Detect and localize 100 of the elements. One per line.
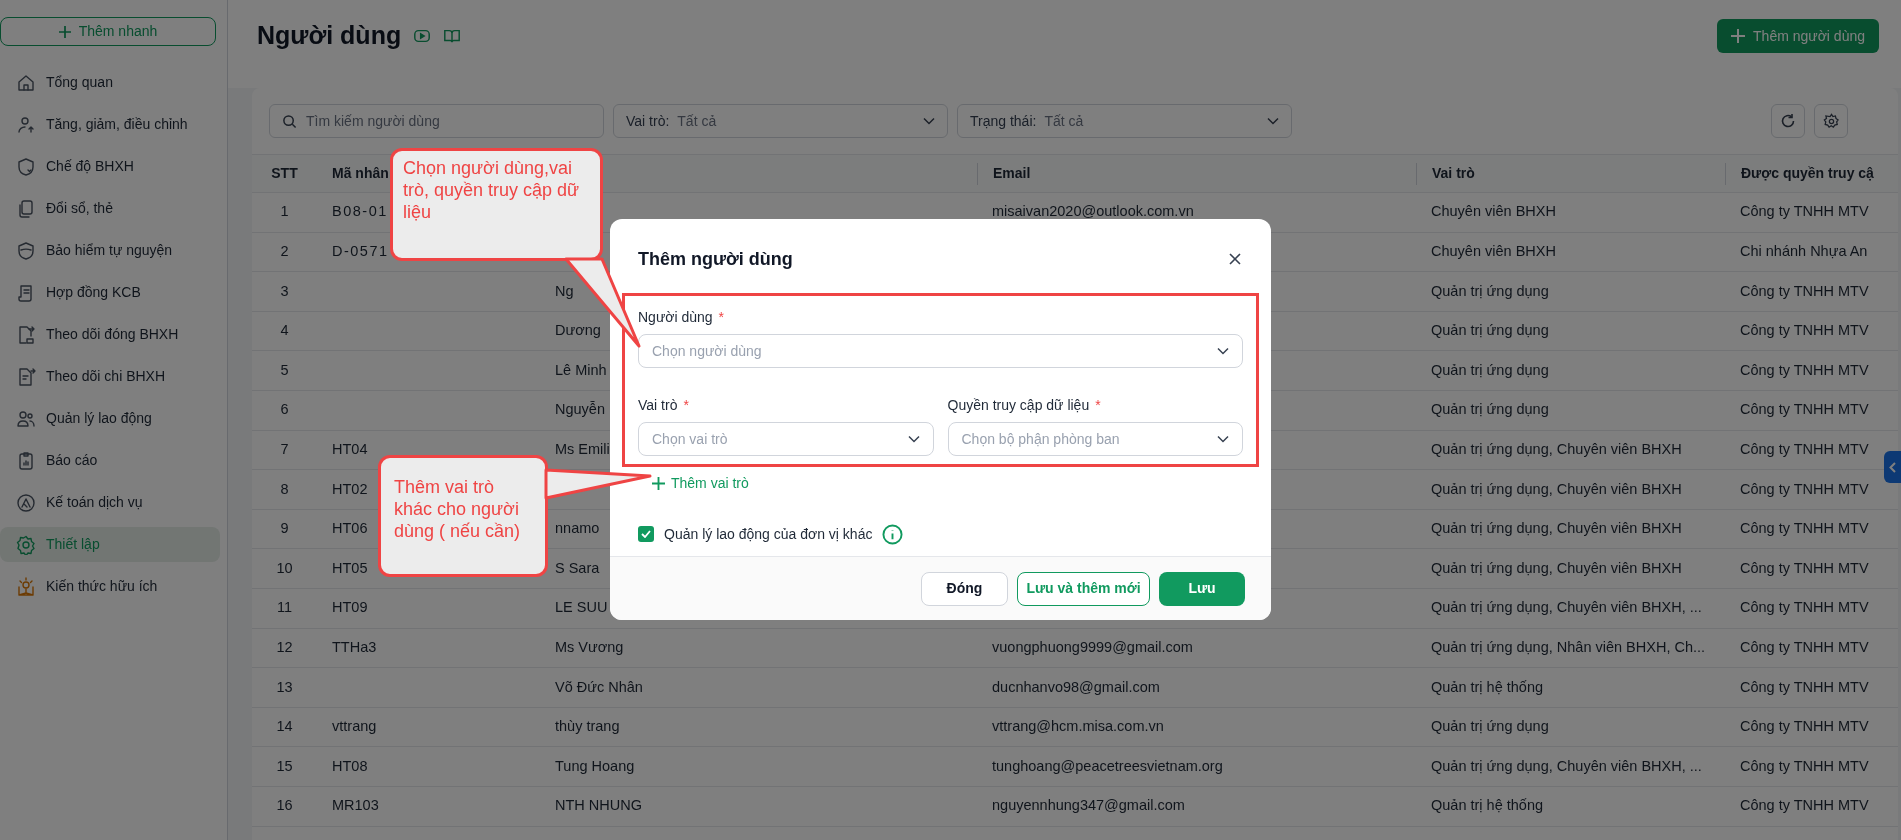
- table-cell: 15: [276, 757, 293, 774]
- callout: Chọn người dùng,vai trò, quyền truy cập dữ liệu: [390, 148, 603, 261]
- table-cell: tunghoang@peacetreesvietnam.org: [992, 757, 1223, 774]
- user-select[interactable]: Chọn người dùng: [638, 334, 1243, 368]
- check-icon: [641, 530, 651, 538]
- table-cell: NTH NHUNG: [555, 797, 642, 814]
- table-cell: Chuyên viên BHXH: [1431, 203, 1556, 220]
- filter-label: Vai trò:: [626, 111, 670, 131]
- table-cell: Võ Đức Nhân: [555, 678, 643, 695]
- quick-add-button[interactable]: Thêm nhanh: [0, 17, 216, 46]
- menu-item-icon: [16, 366, 36, 387]
- checkbox-label: Quản lý lao động của đơn vị khác: [664, 524, 873, 544]
- table-cell: Lê Minh: [555, 361, 607, 378]
- table-cell: Công ty TNHH MTV: [1740, 757, 1869, 774]
- table-cell: Quản trị ứng dụng: [1431, 282, 1549, 299]
- sidebar-item[interactable]: Kế toán dịch vụ: [0, 485, 220, 520]
- add-role-link[interactable]: Thêm vai trò: [652, 473, 749, 494]
- field-label: Vai trò: [638, 395, 678, 415]
- table-cell: HT02: [332, 480, 368, 497]
- table-cell: Quản trị ứng dụng: [1431, 718, 1549, 735]
- table-cell: Quản trị ứng dụng, Chuyên viên BHXH: [1431, 441, 1682, 457]
- sidebar-item[interactable]: Báo cáo: [0, 443, 220, 478]
- filter-value: Tất cả: [677, 111, 717, 131]
- filter-label: Trạng thái:: [970, 111, 1037, 131]
- table-cell: nguyennhung347@gmail.com: [992, 797, 1185, 814]
- table-cell: Ng: [555, 282, 574, 299]
- table-cell: HT06: [332, 520, 368, 537]
- select-placeholder: Chọn vai trò: [652, 429, 728, 449]
- menu-item-icon: [16, 534, 36, 555]
- menu-item-icon: [16, 114, 36, 135]
- filter-value: Tất cả: [1044, 111, 1084, 131]
- sidebar-item[interactable]: Hợp đồng KCB: [0, 275, 220, 310]
- select-placeholder: Chọn bộ phận phòng ban: [961, 429, 1120, 449]
- chevron-down-icon: [1267, 117, 1279, 125]
- menu-item-icon: [16, 408, 36, 429]
- table-cell: Công ty TNHH MTV: [1740, 401, 1869, 418]
- add-user-button[interactable]: Thêm người dùng: [1717, 19, 1879, 53]
- sidebar-item[interactable]: Kiến thức hữu ích: [0, 569, 220, 604]
- department-select[interactable]: Chọn bộ phận phòng ban: [947, 422, 1243, 456]
- menu-item-icon: [16, 156, 36, 177]
- field-label: Người dùng: [638, 307, 713, 327]
- table-cell: 7: [280, 441, 289, 457]
- table-cell: Công ty TNHH MTV: [1740, 797, 1869, 814]
- dialog-button[interactable]: Đóng: [921, 571, 1008, 606]
- table-cell: vuongphuong9999@gmail.com: [992, 638, 1193, 655]
- refresh-button[interactable]: [1771, 104, 1805, 138]
- table-cell: Quản trị ứng dụng, Chuyên viên BHXH: [1431, 520, 1682, 537]
- sidebar-item[interactable]: Quản lý lao động: [0, 401, 220, 436]
- required-mark: *: [718, 307, 725, 327]
- dialog-button[interactable]: Lưu: [1159, 571, 1245, 606]
- sidebar-item[interactable]: Tổng quan: [0, 65, 220, 100]
- search-field[interactable]: Tìm kiếm người dùng: [269, 104, 604, 138]
- table-cell: Công ty TNHH MTV: [1740, 282, 1869, 299]
- table-cell: Chuyên viên BHXH: [1431, 243, 1556, 259]
- sidebar-item[interactable]: Đổi sổ, thẻ: [0, 191, 220, 226]
- sidebar-item[interactable]: Chế độ BHXH: [0, 149, 220, 184]
- table-cell: vttrang: [332, 718, 377, 735]
- dialog-button[interactable]: Lưu và thêm mới: [1017, 571, 1150, 606]
- table-cell: Quản trị ứng dụng, Chuyên viên BHXH, ...: [1431, 757, 1702, 774]
- role-filter[interactable]: Vai trò: Tất cả: [613, 104, 948, 138]
- page-title: Người dùng: [257, 20, 402, 52]
- table-cell: Dương: [555, 322, 601, 339]
- table-cell: HT08: [332, 757, 368, 774]
- required-mark: *: [1095, 395, 1101, 415]
- dialog-title: Thêm người dùng: [638, 247, 793, 271]
- status-filter[interactable]: Trạng thái: Tất cả: [957, 104, 1292, 138]
- table-cell: Công ty TNHH MTV: [1740, 638, 1869, 655]
- table-cell: nnamo: [555, 520, 600, 537]
- table-cell: TTHa3: [332, 638, 377, 655]
- collapse-tab[interactable]: [1884, 451, 1901, 483]
- menu-item-icon: [16, 450, 36, 471]
- settings-icon: [1822, 112, 1840, 130]
- table-cell: misaivan2020@outlook.com.vn: [992, 203, 1194, 220]
- role-select[interactable]: Chọn vai trò: [638, 422, 934, 456]
- table-cell: Công ty TNHH MTV: [1740, 361, 1869, 378]
- close-icon: [1229, 253, 1241, 265]
- sidebar-item[interactable]: Theo dõi chi BHXH: [0, 359, 220, 394]
- column-header: Mã nhân: [332, 165, 389, 181]
- table-cell: ducnhanvo98@gmail.com: [992, 678, 1160, 695]
- plus-icon: [652, 477, 665, 490]
- settings-button[interactable]: [1814, 104, 1848, 138]
- table-cell: 9: [280, 520, 289, 537]
- table-cell: 14: [276, 718, 293, 735]
- sidebar-item[interactable]: Tăng, giảm, điều chỉnh: [0, 107, 220, 142]
- video-icon[interactable]: [413, 27, 432, 45]
- table-cell: Công ty TNHH MTV: [1740, 559, 1869, 576]
- table-cell: 13: [276, 678, 293, 695]
- sidebar-item[interactable]: Bảo hiểm tự nguyện: [0, 233, 220, 268]
- table-cell: Công ty TNHH MTV: [1740, 520, 1869, 537]
- table-cell: Công ty TNHH MTV: [1740, 203, 1869, 220]
- info-icon[interactable]: [882, 523, 904, 545]
- book-icon[interactable]: [443, 27, 462, 45]
- table-cell: Công ty TNHH MTV: [1740, 718, 1869, 735]
- table-cell: Công ty TNHH MTV: [1740, 480, 1869, 497]
- sidebar-item[interactable]: Theo dõi đóng BHXH: [0, 317, 220, 352]
- checkbox[interactable]: [638, 526, 654, 542]
- table-cell: HT05: [332, 559, 368, 576]
- table-cell: 2: [280, 243, 289, 259]
- menu-item-icon: [16, 72, 36, 93]
- table-cell: S Sara: [555, 559, 600, 576]
